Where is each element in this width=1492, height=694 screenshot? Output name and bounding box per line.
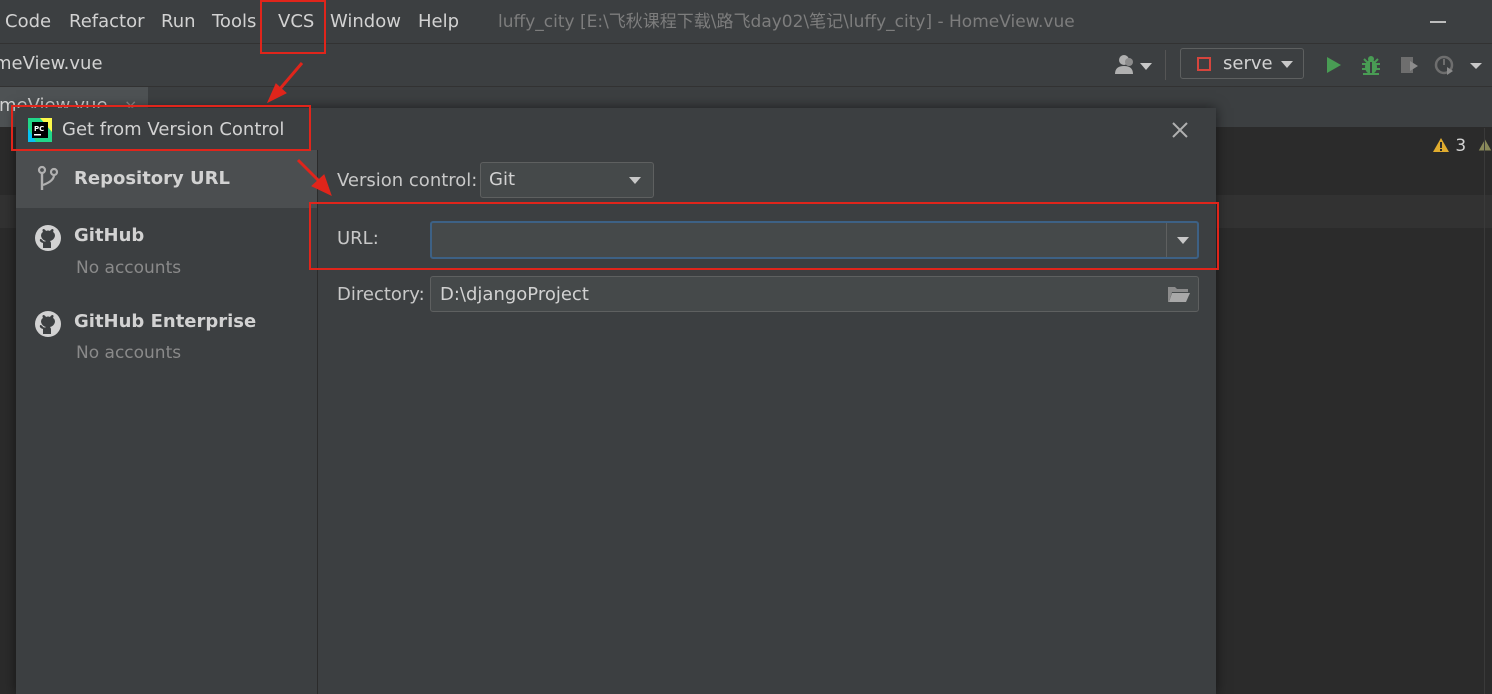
version-control-select[interactable]: Git — [480, 162, 654, 198]
sidebar-item-repository-url[interactable]: Repository URL — [16, 150, 317, 208]
run-configuration-select[interactable]: serve — [1180, 48, 1304, 79]
inspection-widget[interactable]: 3 — [1432, 136, 1492, 156]
dialog-sidebar: Repository URL GitHub No accounts GitHub… — [16, 150, 318, 694]
menu-bar: Code Refactor Run Tools VCS Window Help … — [0, 0, 1492, 44]
version-control-label: Version control: — [337, 170, 478, 191]
navigation-bar: meView.vue serve — [0, 44, 1492, 87]
github-icon — [35, 311, 61, 337]
window-title: luffy_city [E:\飞秋课程下载\路飞day02\笔记\luffy_c… — [498, 12, 1075, 32]
directory-label: Directory: — [337, 284, 425, 305]
warning-count: 3 — [1455, 136, 1467, 156]
editor-scrollbar[interactable] — [1484, 128, 1485, 694]
menu-tools[interactable]: Tools — [212, 10, 256, 34]
sidebar-item-label: GitHub Enterprise — [74, 311, 257, 332]
user-icon[interactable] — [1114, 54, 1154, 76]
menu-code[interactable]: Code — [5, 10, 51, 34]
run-configuration-label: serve — [1223, 53, 1273, 74]
folder-icon[interactable] — [1167, 284, 1191, 304]
chevron-down-icon — [629, 177, 641, 184]
sidebar-item-github[interactable]: GitHub No accounts — [16, 220, 317, 286]
sidebar-item-status: No accounts — [76, 258, 182, 278]
get-from-vcs-dialog: PC Get from Version Control Repository U… — [16, 108, 1216, 694]
menu-run[interactable]: Run — [161, 10, 196, 34]
breadcrumb-file[interactable]: meView.vue — [0, 52, 103, 76]
branch-icon — [37, 165, 59, 190]
menu-refactor[interactable]: Refactor — [69, 10, 145, 34]
menu-window[interactable]: Window — [330, 10, 401, 34]
profile-icon[interactable] — [1434, 54, 1456, 76]
annotation-box-url — [309, 202, 1219, 270]
annotation-box-dialog-title — [11, 105, 311, 151]
debug-icon[interactable] — [1360, 54, 1382, 76]
menu-help[interactable]: Help — [418, 10, 459, 34]
sidebar-item-label: Repository URL — [74, 168, 230, 189]
sidebar-item-github-enterprise[interactable]: GitHub Enterprise No accounts — [16, 306, 317, 372]
version-control-value: Git — [489, 169, 516, 190]
run-icon[interactable] — [1322, 54, 1344, 76]
warning-icon — [1433, 138, 1449, 152]
more-actions-chevron-icon[interactable] — [1466, 54, 1488, 76]
directory-input[interactable] — [431, 277, 1151, 311]
npm-config-icon — [1197, 57, 1211, 71]
coverage-icon[interactable] — [1398, 54, 1420, 76]
github-icon — [35, 225, 61, 251]
toolbar-separator — [1165, 50, 1166, 80]
directory-field[interactable] — [430, 276, 1199, 312]
sidebar-item-status: No accounts — [76, 343, 182, 363]
minimize-button[interactable] — [1430, 21, 1446, 23]
annotation-box-vcs — [260, 0, 326, 54]
sidebar-item-label: GitHub — [74, 225, 145, 246]
chevron-down-icon — [1281, 61, 1293, 68]
close-icon[interactable] — [1166, 116, 1194, 144]
